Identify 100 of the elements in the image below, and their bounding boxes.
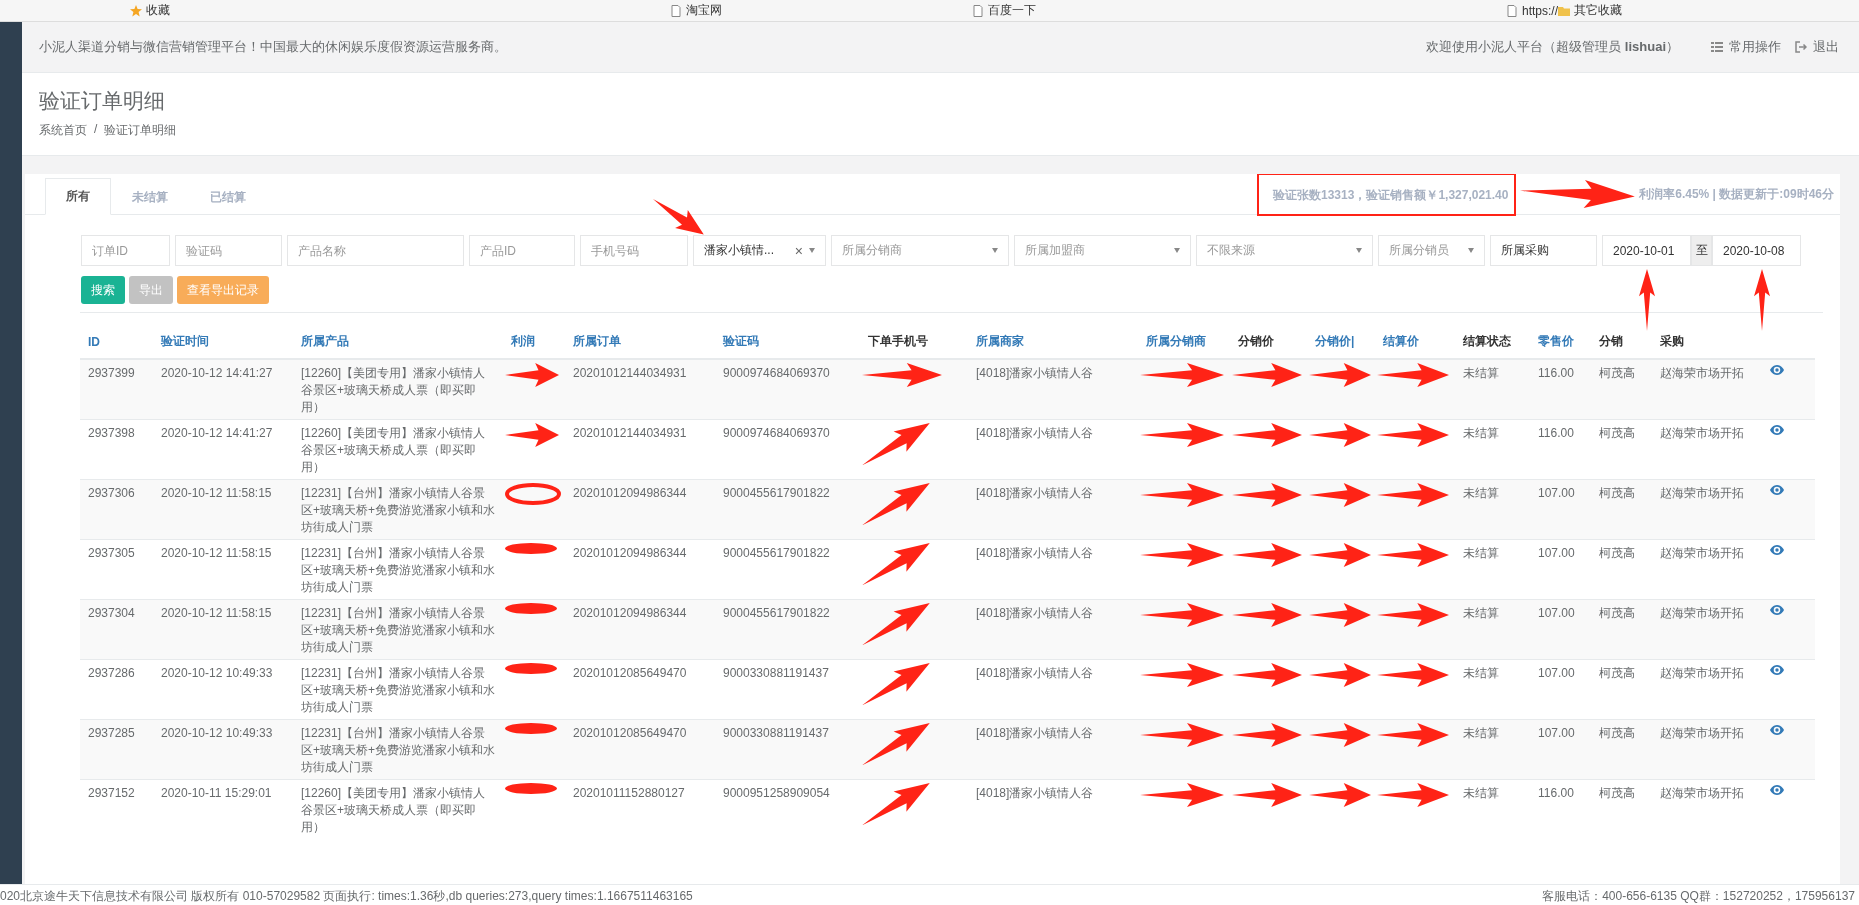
table-cell: 赵海荣市场开拓 (1652, 599, 1762, 660)
table-cell: 107.00 (1530, 599, 1591, 660)
list-icon (1711, 41, 1723, 53)
clear-icon[interactable]: × (794, 242, 803, 259)
stats-detail: 利润率6.45% | 数据更新于:09时46分 (1639, 185, 1834, 203)
bookmark-link[interactable]: 收藏 (130, 2, 170, 19)
input-field[interactable]: 产品名称 (287, 235, 464, 266)
table-row[interactable]: 2937285 2020-10-12 10:49:33 [12231]【台州】潘家小镇情人谷景区+玻璃天桥+免费游览潘家小镇和水坊街成人门票 20201012085649470 9000330881191437 [4018]潘家小镇情人谷 未结算 107.00 柯茂高 赵海荣市场开拓 (80, 719, 1815, 780)
bookmark-link[interactable]: 其它收藏 (1558, 2, 1623, 19)
table-cell: 20201012144034931 (565, 359, 715, 420)
folder-icon (1558, 4, 1571, 17)
table-cell: 2020-10-11 15:29:01 (153, 779, 293, 839)
table-cell: 赵海荣市场开拓 (1652, 719, 1762, 780)
page-icon (670, 4, 682, 17)
table-cell: [4018]潘家小镇情人谷 (968, 599, 1138, 660)
table-row[interactable]: 2937152 2020-10-11 15:29:01 [12260]【美团专用】潘家小镇情人谷景区+玻璃天桥成人票（即买即用） 20201011152880127 9000951258909054 [4018]潘家小镇情人谷 未结算 116.00 柯茂高 赵海荣市场开拓 (80, 779, 1815, 839)
caret-icon (1356, 248, 1362, 253)
welcome-text: 欢迎使用小泥人平台（超级管理员 lishuai） (1426, 38, 1679, 56)
breadcrumb-link[interactable]: 系统首页 (39, 122, 87, 139)
view-icon[interactable] (1770, 485, 1784, 495)
table-cell: 2020-10-12 11:58:15 (153, 479, 293, 540)
view-icon[interactable] (1770, 785, 1784, 795)
breadcrumb-separator: / (94, 122, 98, 138)
page-icon (972, 4, 984, 17)
date-field[interactable]: 2020-10-01 (1602, 235, 1691, 266)
table-cell: 赵海荣市场开拓 (1652, 359, 1762, 420)
table-row[interactable]: 2937399 2020-10-12 14:41:27 [12260]【美团专用】潘家小镇情人谷景区+玻璃天桥成人票（即买即用） 20201012144034931 9000974684069370 [4018]潘家小镇情人谷 未结算 116.00 柯茂高 赵海荣市场开拓 (80, 359, 1815, 420)
input-field[interactable]: 订单ID (81, 235, 170, 266)
table-cell: 未结算 (1455, 599, 1530, 660)
view-icon[interactable] (1770, 425, 1784, 435)
header-link[interactable]: 常用操作 (1711, 38, 1781, 56)
tab[interactable]: 所有 (45, 178, 111, 215)
select-placeholder: 所属加盟商 (1025, 242, 1085, 259)
table-cell: 未结算 (1455, 719, 1530, 780)
view-icon[interactable] (1770, 605, 1784, 615)
bookmark-link[interactable]: https:// (1506, 3, 1559, 18)
table-cell: 2020-10-12 14:41:27 (153, 359, 293, 420)
select-placeholder: 不限来源 (1207, 242, 1255, 259)
table-cell: 20201012085649470 (565, 719, 715, 780)
view-icon[interactable] (1770, 665, 1784, 675)
range-separator: 至 (1691, 235, 1712, 266)
table-cell: 未结算 (1455, 779, 1530, 839)
table-cell: 2020-10-12 10:49:33 (153, 719, 293, 780)
table-cell: [4018]潘家小镇情人谷 (968, 479, 1138, 540)
table-cell: 柯茂高 (1591, 359, 1652, 420)
table-cell: 未结算 (1455, 359, 1530, 420)
table-cell: 柯茂高 (1591, 599, 1652, 660)
table-cell: 9000951258909054 (715, 779, 860, 839)
input-field[interactable]: 产品ID (469, 235, 575, 266)
table-cell: [4018]潘家小镇情人谷 (968, 359, 1138, 420)
star-icon (130, 4, 142, 17)
bookmark-link[interactable]: 百度一下 (972, 2, 1036, 19)
table-row[interactable]: 2937306 2020-10-12 11:58:15 [12231]【台州】潘家小镇情人谷景区+玻璃天桥+免费游览潘家小镇和水坊街成人门票 20201012094986344 9000455617901822 [4018]潘家小镇情人谷 未结算 107.00 柯茂高 赵海荣市场开拓 (80, 479, 1815, 540)
select-placeholder: 所属分销员 (1389, 242, 1449, 259)
table-cell: 116.00 (1530, 779, 1591, 839)
table-cell: 9000330881191437 (715, 719, 860, 780)
select-placeholder: 所属分销商 (842, 242, 902, 259)
breadcrumb-link[interactable]: 验证订单明细 (104, 122, 177, 139)
select-field[interactable]: 所属分销商 (831, 235, 1009, 266)
footer-text: 020北京途牛天下信息技术有限公司 版权所有 010-57029582 页面执行: times:1.36秒,db queries:273,query times:1.1667511463165 (0, 887, 693, 905)
table-cell: [12231]【台州】潘家小镇情人谷景区+玻璃天桥+免费游览潘家小镇和水坊街成人门票 (293, 719, 503, 780)
select-field[interactable]: 不限来源 (1196, 235, 1373, 266)
view-icon[interactable] (1770, 725, 1784, 735)
table-cell: 未结算 (1455, 479, 1530, 540)
table-cell: 2937152 (80, 779, 153, 839)
caret-icon (992, 248, 998, 253)
bookmark-link[interactable]: 淘宝网 (670, 2, 722, 19)
header-link[interactable]: 退出 (1795, 38, 1839, 56)
view-icon[interactable] (1770, 545, 1784, 555)
table-cell: 9000455617901822 (715, 479, 860, 540)
table-cell: 20201012094986344 (565, 479, 715, 540)
header-slogan: 小泥人渠道分销与微信营销管理平台！中国最大的休闲娱乐度假资源运营服务商。 (39, 38, 508, 56)
input-field[interactable]: 验证码 (175, 235, 282, 266)
table-cell: [12231]【台州】潘家小镇情人谷景区+玻璃天桥+免费游览潘家小镇和水坊街成人门票 (293, 599, 503, 660)
page-icon (1506, 4, 1518, 17)
input-field[interactable]: 所属采购 (1490, 235, 1597, 266)
sign-out-icon (1795, 41, 1807, 53)
stats-summary: 验证张数13313，验证销售额￥1,327,021.40 (1257, 174, 1517, 216)
caret-icon (1468, 248, 1474, 253)
caret-icon (1174, 248, 1180, 253)
table-cell: [4018]潘家小镇情人谷 (968, 779, 1138, 839)
table-cell: 2020-10-12 11:58:15 (153, 599, 293, 660)
select-field[interactable]: 所属加盟商 (1014, 235, 1191, 266)
date-field[interactable]: 2020-10-08 (1712, 235, 1801, 266)
table-cell: [12260]【美团专用】潘家小镇情人谷景区+玻璃天桥成人票（即买即用） (293, 779, 503, 839)
view-icon[interactable] (1770, 365, 1784, 375)
select-field[interactable]: 所属分销员 (1378, 235, 1485, 266)
table-cell: 2937306 (80, 479, 153, 540)
table-cell: 9000455617901822 (715, 599, 860, 660)
caret-icon (809, 248, 815, 253)
table-cell: [12231]【台州】潘家小镇情人谷景区+玻璃天桥+免费游览潘家小镇和水坊街成人门票 (293, 479, 503, 540)
table-cell: 赵海荣市场开拓 (1652, 479, 1762, 540)
table-cell: 柯茂高 (1591, 779, 1652, 839)
input-field[interactable]: 手机号码 (580, 235, 688, 266)
table-cell: 柯茂高 (1591, 719, 1652, 780)
select-field[interactable]: 潘家小镇情... × (693, 235, 826, 266)
table-cell: [4018]潘家小镇情人谷 (968, 719, 1138, 780)
table-row[interactable]: 2937304 2020-10-12 11:58:15 [12231]【台州】潘家小镇情人谷景区+玻璃天桥+免费游览潘家小镇和水坊街成人门票 20201012094986344 9000455617901822 [4018]潘家小镇情人谷 未结算 107.00 柯茂高 赵海荣市场开拓 (80, 599, 1815, 660)
table-cell: 116.00 (1530, 359, 1591, 420)
table-cell: 柯茂高 (1591, 479, 1652, 540)
